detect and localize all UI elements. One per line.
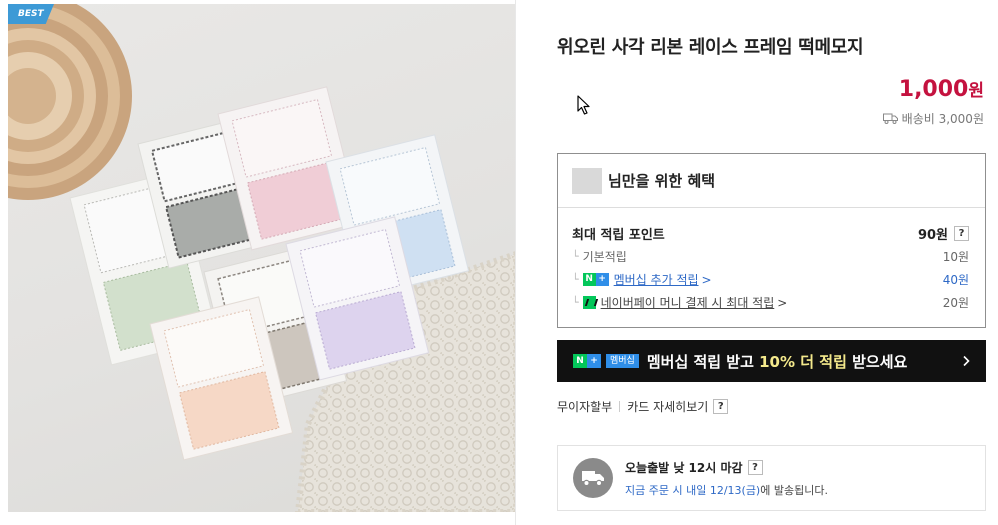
banner-highlight: 10% 더 적립	[759, 352, 847, 371]
npay-points-row: └ 네이버페이 머니 결제 시 최대 적립 > 20원	[572, 294, 969, 311]
divider	[515, 0, 516, 525]
mouse-pointer-icon	[577, 95, 590, 115]
membership-points-row: └ N + 멤버십 추가 적립 > 40원	[572, 271, 969, 288]
basic-points-row: └ 기본적립 10원	[572, 248, 969, 265]
max-points-row: 최대 적립 포인트 90원 ?	[572, 224, 969, 243]
membership-banner[interactable]: N + 멤버십 멤버십 적립 받고 10% 더 적립 받으세요	[557, 340, 986, 382]
npay-points-link[interactable]: 네이버페이 머니 결제 시 최대 적립	[601, 294, 775, 311]
naver-pay-icon	[582, 296, 596, 309]
basic-points-label: 기본적립	[582, 250, 627, 264]
basic-points-value: 10원	[942, 250, 969, 264]
delivery-deadline: 오늘출발 낮 12시 마감 ?	[625, 459, 828, 476]
membership-points-link[interactable]: 멤버십 추가 적립	[614, 271, 699, 288]
benefit-box: 님만을 위한 혜택 최대 적립 포인트 90원 ? └ 기본적립 10원 └ N…	[557, 153, 986, 328]
card-details-link[interactable]: 카드 자세히보기	[627, 398, 708, 415]
max-points-label: 최대 적립 포인트	[572, 228, 665, 243]
chevron-right-icon: >	[777, 295, 788, 310]
truck-icon	[582, 471, 604, 487]
naver-plus-icon: N +	[573, 354, 601, 368]
price: 1,000원	[899, 76, 984, 102]
user-name-mask	[572, 167, 602, 194]
payment-links: 무이자할부 카드 자세히보기 ?	[557, 398, 729, 415]
divider	[619, 401, 621, 412]
chevron-right-icon	[963, 355, 970, 367]
delivery-eta: 지금 주문 시 내일 12/13(금)에 발송됩니다.	[625, 483, 828, 497]
price-unit: 원	[968, 81, 984, 101]
naver-plus-icon: N +	[582, 273, 609, 286]
product-photo-illustration	[8, 4, 516, 512]
delivery-truck-icon	[573, 458, 613, 498]
membership-tag: 멤버십	[606, 354, 639, 368]
help-button[interactable]: ?	[713, 399, 729, 414]
delivery-info: 오늘출발 낮 12시 마감 ? 지금 주문 시 내일 12/13(금)에 발송됩…	[557, 445, 986, 511]
help-button[interactable]: ?	[747, 459, 763, 475]
help-button[interactable]: ?	[954, 226, 969, 241]
installment-link[interactable]: 무이자할부	[557, 398, 612, 415]
shipping-fee-text: 배송비 3,000원	[901, 112, 984, 126]
max-points-value: 90원	[917, 228, 948, 243]
truck-icon	[882, 113, 898, 124]
price-number: 1,000	[898, 77, 969, 102]
benefit-title: 님만을 위한 혜택	[608, 172, 716, 190]
product-image[interactable]	[8, 4, 516, 512]
benefit-header: 님만을 위한 혜택	[558, 154, 985, 208]
membership-points-value: 40원	[942, 273, 969, 287]
shipping-fee: 배송비 3,000원	[882, 110, 984, 127]
npay-points-value: 20원	[942, 296, 969, 310]
tree-branch-icon: └	[572, 250, 579, 263]
tree-branch-icon: └	[572, 296, 579, 309]
chevron-right-icon: >	[701, 272, 712, 287]
tree-branch-icon: └	[572, 273, 579, 286]
product-title: 위오린 사각 리본 레이스 프레임 떡메모지	[557, 37, 864, 58]
banner-text: 멤버십 적립 받고 10% 더 적립 받으세요	[646, 352, 908, 371]
